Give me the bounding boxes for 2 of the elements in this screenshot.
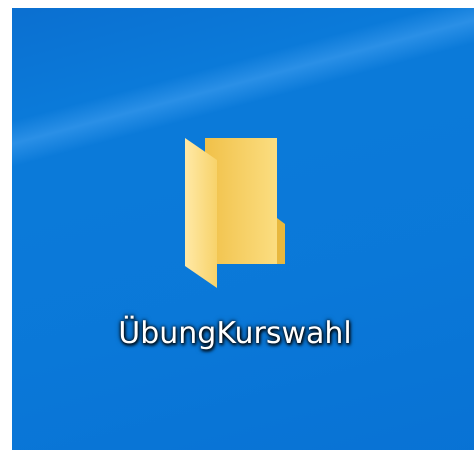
folder-icon[interactable] xyxy=(185,138,285,288)
folder-label[interactable]: ÜbungKurswahl xyxy=(118,316,352,352)
